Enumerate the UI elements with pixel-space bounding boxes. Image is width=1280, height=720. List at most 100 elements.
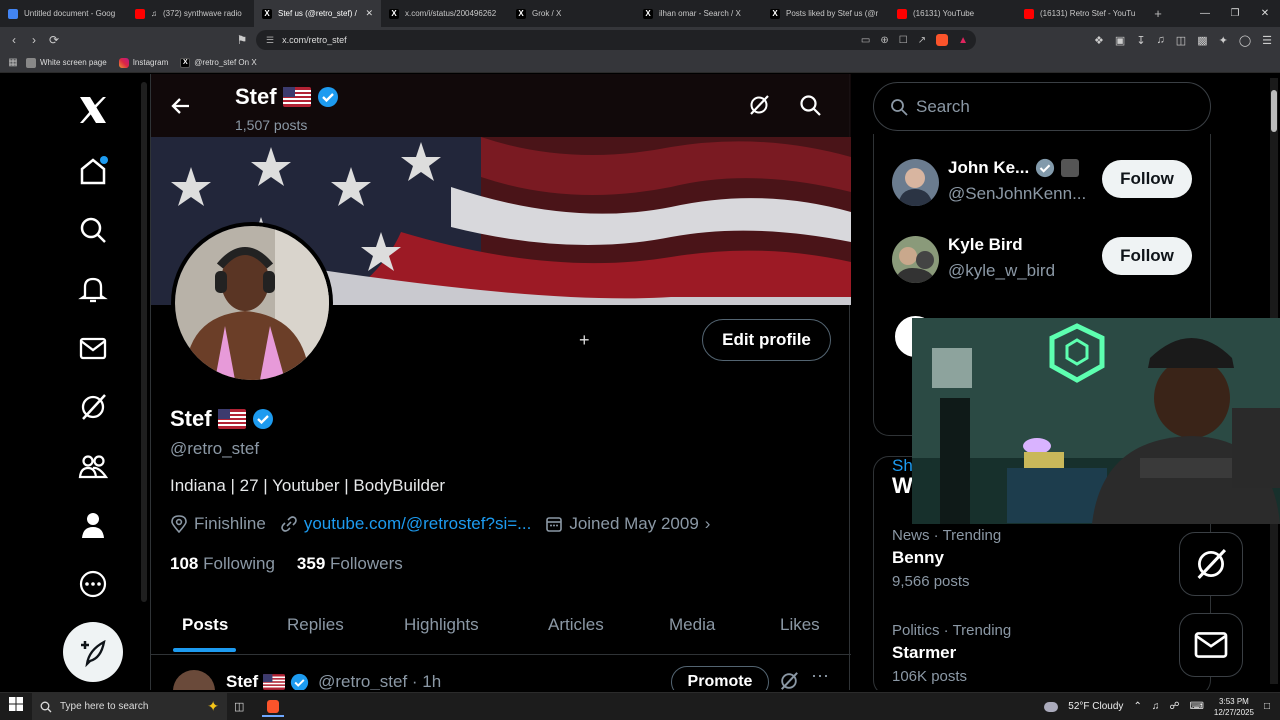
follow-button[interactable]: Follow [1102,160,1192,198]
sidebar-icon[interactable]: ◫ [1176,34,1186,47]
grok-icon[interactable] [76,390,110,424]
suggestion-avatar[interactable] [892,236,939,283]
network-icon[interactable]: ☍ [1169,701,1179,712]
notifications-bell-icon[interactable] [76,272,110,306]
grok-floating-button[interactable] [1179,532,1243,596]
tab-articles[interactable]: Articles [548,615,604,635]
brave-shields-icon[interactable] [936,34,949,46]
compose-post-button[interactable] [63,622,123,682]
browser-tab[interactable]: X Stef us (@retro_stef) / ✕ [254,0,381,27]
forward-nav-button[interactable]: › [24,33,44,47]
audio-playing-icon[interactable]: ♫ [151,9,157,18]
communities-icon[interactable] [76,449,110,483]
tab-highlights[interactable]: Highlights [404,615,479,635]
profile-joined[interactable]: Joined May 2009 › [545,514,710,534]
clock[interactable]: 3:53 PM 12/27/2025 [1214,696,1254,718]
download-icon[interactable]: ↧ [1136,34,1145,47]
tab-media[interactable]: Media [669,615,715,635]
task-view-icon[interactable]: ◫ [234,700,244,713]
search-posts-icon[interactable] [799,94,821,121]
profile-icon[interactable] [76,508,110,542]
profile-website[interactable]: youtube.com/@retrostef?si=... [280,514,532,534]
browser-tab[interactable]: (16131) Retro Stef - YouTu [1016,0,1146,27]
extensions-icon[interactable]: ❖ [1094,34,1104,47]
restore-button[interactable]: ❐ [1220,0,1250,27]
tab-posts[interactable]: Posts [182,615,228,635]
browser-tab[interactable]: X Grok / X [508,0,635,27]
start-button[interactable] [0,697,32,716]
browser-tab[interactable]: Xx.com/i/status/200496262 [381,0,508,27]
suggestion-row[interactable]: John Ke... @SenJohnKenn... Follow [892,154,1202,210]
follow-button[interactable]: Follow [1102,237,1192,275]
profile-avatar[interactable] [171,222,333,384]
browser-tab[interactable]: Xilhan omar - Search / X [635,0,762,27]
share-icon[interactable]: ↗ [918,35,926,46]
more-options-icon[interactable] [76,567,110,601]
post-author-name[interactable]: Stef [226,672,258,690]
screenshot-icon[interactable]: ▣ [1115,34,1125,47]
brave-taskbar-button[interactable] [262,697,284,717]
close-tab-icon[interactable]: ✕ [365,8,373,19]
browser-tab[interactable]: Untitled document - Goog [0,0,127,27]
taskbar-search[interactable]: Type here to search ✦ [32,693,227,720]
keyboard-icon[interactable]: ⌨ [1189,701,1203,712]
chevron-up-icon[interactable]: ⌃ [1133,701,1141,712]
home-icon[interactable] [76,154,110,188]
menu-icon[interactable]: ☰ [1262,34,1272,47]
explore-search-icon[interactable] [76,213,110,247]
bookmark-icon[interactable]: ⚑ [232,33,252,47]
messages-floating-button[interactable] [1179,613,1243,677]
brave-rewards-icon[interactable]: ▲ [958,35,968,46]
verified-badge-icon[interactable] [317,86,339,108]
back-nav-button[interactable]: ‹ [4,33,24,47]
browser-tab[interactable]: X Posts liked by Stef us (@r [762,0,889,27]
suggestion-avatar[interactable] [892,159,939,206]
post-item[interactable]: Stef @retro_stef · 1h Promote ⋯ [151,664,851,690]
verified-badge-icon[interactable] [252,408,274,430]
tab-replies[interactable]: Replies [287,615,344,635]
zoom-icon[interactable]: ⊕ [880,35,888,46]
vpn-icon[interactable]: ◯ [1239,34,1251,47]
bookmark-instagram[interactable]: Instagram [118,57,168,68]
following-link[interactable]: 108 Following [170,554,275,574]
reload-button[interactable]: ⟳ [44,33,64,47]
suggestion-row[interactable]: Kyle Bird @kyle_w_bird Follow [892,231,1202,287]
site-settings-icon[interactable]: ☰ [266,35,274,46]
back-arrow-icon[interactable] [169,94,193,123]
bookmark-white-screen[interactable]: White screen page [26,57,107,68]
browser-tab[interactable]: (16131) YouTube [889,0,1016,27]
wallet-icon[interactable]: ▩ [1197,34,1207,47]
website-link[interactable]: youtube.com/@retrostef?si=... [304,514,532,534]
promote-button[interactable]: Promote [671,666,769,690]
bookmark-page-icon[interactable]: ☐ [899,35,908,46]
post-avatar[interactable] [173,670,215,690]
trend-item[interactable]: News · Trending Benny 9,566 posts [892,527,1001,590]
search-input[interactable]: Search [873,82,1211,131]
notifications-icon[interactable]: □ [1264,701,1270,712]
close-window-button[interactable]: ✕ [1250,0,1280,27]
leo-ai-icon[interactable]: ✦ [1219,34,1228,47]
cast-icon[interactable]: ▭ [861,35,870,46]
post-more-icon[interactable]: ⋯ [811,666,829,687]
grok-post-icon[interactable] [779,671,799,690]
bookmark-retro-stef[interactable]: X @retro_stef On X [180,57,257,68]
minimize-button[interactable]: — [1190,0,1220,27]
apps-icon[interactable]: ▦ [0,57,26,68]
volume-icon[interactable]: ♫ [1152,701,1160,712]
omnibox[interactable]: ☰ x.com/retro_stef ▭ ⊕ ☐ ↗ ▲ [256,30,976,50]
grok-header-icon[interactable] [748,94,770,121]
suggestion-name-text[interactable]: John Ke... [948,158,1029,178]
browser-tab[interactable]: ♫ (372) synthwave radio [127,0,254,27]
scrollbar-thumb[interactable] [1271,90,1277,132]
left-scrollbar[interactable] [141,82,147,602]
trend-item[interactable]: Politics · Trending Starmer 106K posts [892,622,1011,685]
messages-mail-icon[interactable] [76,331,110,365]
new-tab-button[interactable]: + [1146,6,1170,21]
weather-text[interactable]: 52°F Cloudy [1068,701,1123,712]
suggestion-name-text[interactable]: Kyle Bird [948,235,1023,255]
followers-link[interactable]: 359 Followers [297,554,403,574]
edit-profile-button[interactable]: Edit profile [702,319,831,361]
x-logo-icon[interactable] [73,90,113,130]
tab-likes[interactable]: Likes [780,615,820,635]
media-icon[interactable]: ♫ [1157,34,1165,46]
